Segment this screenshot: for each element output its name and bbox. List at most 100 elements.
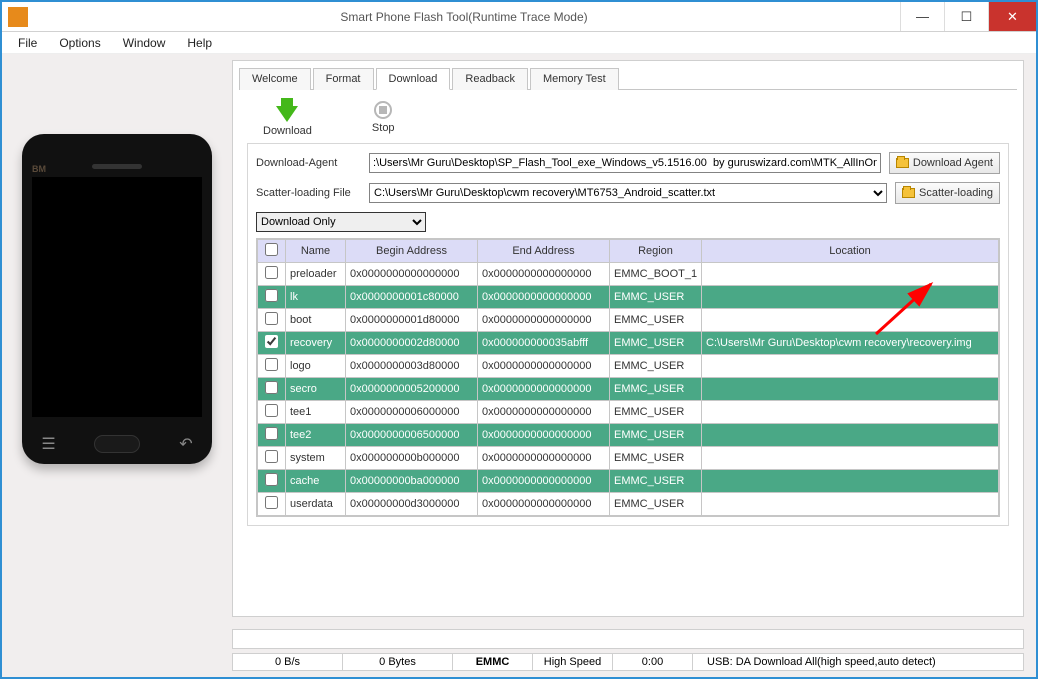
col-region[interactable]: Region [610, 240, 702, 263]
row-checkbox[interactable] [265, 473, 278, 486]
download-label: Download [263, 125, 312, 137]
cell-region: EMMC_USER [610, 470, 702, 493]
cell-begin: 0x0000000002d80000 [346, 332, 478, 355]
cell-end: 0x0000000000000000 [478, 401, 610, 424]
cell-location [702, 286, 999, 309]
table-row[interactable]: system0x000000000b0000000x00000000000000… [258, 447, 999, 470]
cell-name: tee1 [286, 401, 346, 424]
tab-readback[interactable]: Readback [452, 68, 528, 90]
row-checkbox[interactable] [265, 266, 278, 279]
col-end[interactable]: End Address [478, 240, 610, 263]
col-name[interactable]: Name [286, 240, 346, 263]
minimize-button[interactable]: — [900, 2, 944, 31]
cell-end: 0x0000000000000000 [478, 447, 610, 470]
cell-name: system [286, 447, 346, 470]
cell-location [702, 378, 999, 401]
menu-file[interactable]: File [8, 34, 47, 52]
row-checkbox[interactable] [265, 496, 278, 509]
tab-format[interactable]: Format [313, 68, 374, 90]
tab-welcome[interactable]: Welcome [239, 68, 311, 90]
status-speed: 0 B/s [233, 654, 343, 670]
download-agent-btn-label: Download Agent [913, 157, 993, 169]
col-location[interactable]: Location [702, 240, 999, 263]
cell-begin: 0x0000000001c80000 [346, 286, 478, 309]
phone-speaker-icon [92, 164, 142, 169]
maximize-button[interactable]: ☐ [944, 2, 988, 31]
folder-icon [902, 188, 915, 198]
phone-screen [32, 177, 202, 417]
cell-begin: 0x0000000001d80000 [346, 309, 478, 332]
download-frame: Download-Agent Download Agent Scatter-lo… [247, 143, 1009, 526]
cell-location: C:\Users\Mr Guru\Desktop\cwm recovery\re… [702, 332, 999, 355]
table-row[interactable]: userdata0x00000000d30000000x000000000000… [258, 493, 999, 516]
titlebar: Smart Phone Flash Tool(Runtime Trace Mod… [2, 2, 1036, 32]
menubar: File Options Window Help [2, 32, 1036, 54]
folder-icon [896, 158, 909, 168]
row-checkbox[interactable] [265, 450, 278, 463]
cell-location [702, 355, 999, 378]
cell-name: lk [286, 286, 346, 309]
row-checkbox[interactable] [265, 404, 278, 417]
row-checkbox[interactable] [265, 427, 278, 440]
row-checkbox[interactable] [265, 358, 278, 371]
cell-end: 0x0000000000000000 [478, 470, 610, 493]
download-agent-field[interactable] [369, 153, 881, 173]
table-row[interactable]: logo0x0000000003d800000x0000000000000000… [258, 355, 999, 378]
partition-grid: Name Begin Address End Address Region Lo… [256, 238, 1000, 517]
app-icon [8, 7, 28, 27]
row-checkbox[interactable] [265, 312, 278, 325]
cell-end: 0x000000000035abfff [478, 332, 610, 355]
cell-name: logo [286, 355, 346, 378]
cell-begin: 0x0000000006500000 [346, 424, 478, 447]
tab-download[interactable]: Download [376, 68, 451, 90]
row-checkbox[interactable] [265, 289, 278, 302]
status-time: 0:00 [613, 654, 693, 670]
table-row[interactable]: preloader0x00000000000000000x00000000000… [258, 263, 999, 286]
status-highspeed: High Speed [533, 654, 613, 670]
menu-window[interactable]: Window [113, 34, 176, 52]
table-row[interactable]: lk0x0000000001c800000x0000000000000000EM… [258, 286, 999, 309]
stop-button[interactable]: Stop [372, 101, 395, 134]
cell-region: EMMC_USER [610, 332, 702, 355]
col-begin[interactable]: Begin Address [346, 240, 478, 263]
download-mode-select[interactable]: Download Only [256, 212, 426, 232]
cell-region: EMMC_USER [610, 401, 702, 424]
cell-begin: 0x000000000b000000 [346, 447, 478, 470]
stop-label: Stop [372, 122, 395, 134]
status-bar: 0 B/s 0 Bytes EMMC High Speed 0:00 USB: … [232, 653, 1024, 671]
table-row[interactable]: boot0x0000000001d800000x0000000000000000… [258, 309, 999, 332]
header-checkbox[interactable] [265, 243, 278, 256]
table-row[interactable]: tee10x00000000060000000x0000000000000000… [258, 401, 999, 424]
cell-begin: 0x0000000003d80000 [346, 355, 478, 378]
cell-region: EMMC_USER [610, 447, 702, 470]
scatter-loading-button[interactable]: Scatter-loading [895, 182, 1000, 204]
cell-region: EMMC_USER [610, 309, 702, 332]
cell-region: EMMC_USER [610, 378, 702, 401]
tab-memory-test[interactable]: Memory Test [530, 68, 619, 90]
cell-begin: 0x0000000006000000 [346, 401, 478, 424]
cell-location [702, 447, 999, 470]
cell-location [702, 424, 999, 447]
download-agent-button[interactable]: Download Agent [889, 152, 1000, 174]
download-button[interactable]: Download [263, 98, 312, 137]
scatter-file-label: Scatter-loading File [256, 187, 361, 199]
table-row[interactable]: tee20x00000000065000000x0000000000000000… [258, 424, 999, 447]
menu-help[interactable]: Help [177, 34, 222, 52]
menu-options[interactable]: Options [49, 34, 110, 52]
row-checkbox[interactable] [265, 335, 278, 348]
cell-name: secro [286, 378, 346, 401]
cell-location [702, 309, 999, 332]
download-arrow-icon [276, 106, 298, 122]
cell-end: 0x0000000000000000 [478, 424, 610, 447]
scatter-file-field[interactable]: C:\Users\Mr Guru\Desktop\cwm recovery\MT… [369, 183, 887, 203]
cell-name: recovery [286, 332, 346, 355]
status-storage: EMMC [453, 654, 533, 670]
cell-end: 0x0000000000000000 [478, 309, 610, 332]
cell-region: EMMC_USER [610, 286, 702, 309]
row-checkbox[interactable] [265, 381, 278, 394]
table-row[interactable]: recovery0x0000000002d800000x000000000035… [258, 332, 999, 355]
table-row[interactable]: secro0x00000000052000000x000000000000000… [258, 378, 999, 401]
table-row[interactable]: cache0x00000000ba0000000x000000000000000… [258, 470, 999, 493]
progress-bar [232, 629, 1024, 649]
close-button[interactable]: ✕ [988, 2, 1036, 31]
